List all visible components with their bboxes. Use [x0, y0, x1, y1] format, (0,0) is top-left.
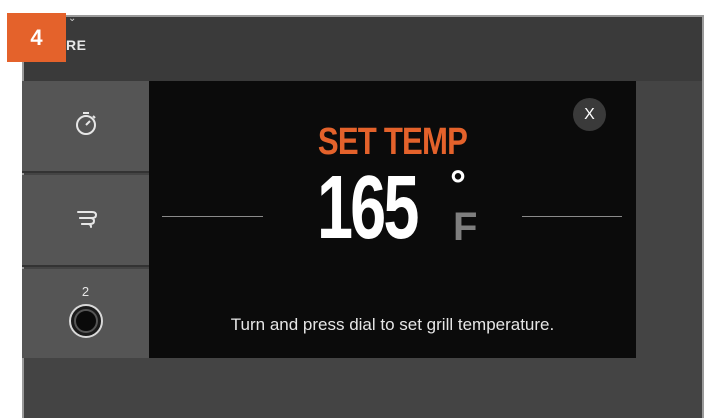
sidebar-item-timer[interactable] [22, 81, 149, 173]
page: ⌄ RE 4 2 X SET TEMP 165 ° F Turn and pre… [0, 0, 714, 418]
header-bar: ⌄ RE [24, 13, 702, 81]
temperature-value: 165 [317, 158, 419, 258]
probe-number: 2 [81, 283, 90, 299]
divider-left [162, 216, 263, 217]
divider-right [522, 216, 622, 217]
sidebar-item-smoke[interactable] [22, 175, 149, 267]
temperature-unit: F [453, 205, 478, 249]
set-temp-dialog: X SET TEMP 165 ° F Turn and press dial t… [149, 81, 636, 358]
chevron-down-icon: ⌄ [68, 13, 77, 24]
temperature-display[interactable]: 165 ° F [317, 163, 477, 258]
timer-icon [72, 110, 100, 143]
header-label: RE [66, 37, 87, 53]
sidebar-item-probe[interactable]: 2 [22, 269, 149, 358]
smoke-icon [72, 204, 100, 237]
step-badge: 4 [7, 13, 66, 62]
instruction-text: Turn and press dial to set grill tempera… [230, 315, 555, 334]
probe-port-icon [68, 303, 104, 344]
degree-symbol: ° [450, 163, 466, 207]
